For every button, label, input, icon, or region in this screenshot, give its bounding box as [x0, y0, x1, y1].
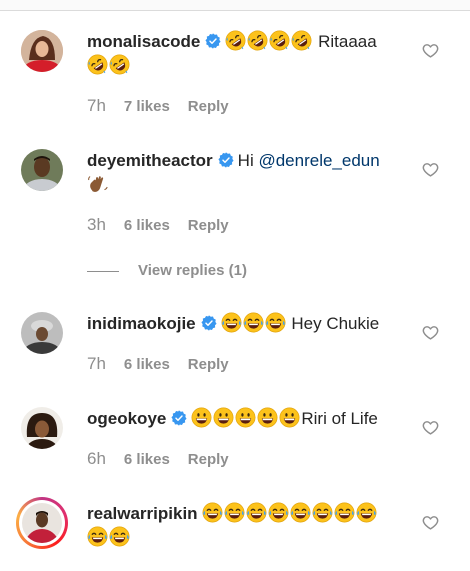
heart-outline-icon[interactable]	[422, 324, 439, 341]
reply-button[interactable]: Reply	[188, 451, 229, 468]
comment-time: 6h	[87, 449, 106, 468]
username[interactable]: ogeokoye	[87, 409, 166, 428]
reply-button[interactable]: Reply	[188, 217, 229, 234]
heart-outline-icon[interactable]	[422, 42, 439, 59]
heart-outline-icon[interactable]	[422, 161, 439, 178]
tears-of-joy-emoji-icon	[224, 502, 245, 523]
rolling-laughing-emoji-icon	[225, 30, 246, 51]
username[interactable]: inidimaokojie	[87, 314, 196, 333]
avatar[interactable]	[21, 407, 63, 449]
grinning-face-emoji-icon	[213, 407, 234, 428]
verified-badge-icon	[218, 152, 234, 168]
rolling-laughing-emoji-icon	[269, 30, 290, 51]
comment-time: 3h	[87, 215, 106, 234]
tears-of-joy-emoji-icon	[312, 502, 333, 523]
reply-button[interactable]: Reply	[188, 356, 229, 373]
avatar-with-story-ring[interactable]	[16, 497, 68, 549]
username[interactable]: realwarripikin	[87, 504, 198, 523]
top-divider	[0, 0, 470, 11]
avatar[interactable]	[21, 30, 63, 72]
tears-of-joy-emoji-icon	[268, 502, 289, 523]
tears-of-joy-emoji-icon	[290, 502, 311, 523]
rolling-laughing-emoji-icon	[109, 54, 130, 75]
username[interactable]: monalisacode	[87, 32, 200, 51]
rolling-laughing-emoji-icon	[291, 30, 312, 51]
comments-page: monalisacode Ritaaaa 7h 7 likes Reply deye…	[0, 0, 470, 571]
comment-text: Riri of Life	[301, 409, 378, 428]
verified-badge-icon	[201, 315, 217, 331]
mention-link[interactable]: @denrele_edun	[258, 151, 379, 170]
heart-outline-icon[interactable]	[422, 514, 439, 531]
tears-of-joy-emoji-icon	[87, 526, 108, 547]
grinning-face-emoji-icon	[257, 407, 278, 428]
likes-count[interactable]: 6 likes	[124, 451, 170, 468]
view-replies-label: View replies (1)	[138, 262, 247, 279]
rolling-laughing-emoji-icon	[247, 30, 268, 51]
comment-time: 7h	[87, 96, 106, 115]
verified-badge-icon	[205, 33, 221, 49]
comment-text: Ritaaaa	[318, 32, 377, 51]
heart-outline-icon[interactable]	[422, 419, 439, 436]
comment-time: 7h	[87, 354, 106, 373]
tears-of-joy-emoji-icon	[356, 502, 377, 523]
tears-of-joy-emoji-icon	[243, 312, 264, 333]
comment-text: Hi	[237, 151, 254, 170]
likes-count[interactable]: 6 likes	[124, 217, 170, 234]
grinning-face-emoji-icon	[191, 407, 212, 428]
tears-of-joy-emoji-icon	[202, 502, 223, 523]
verified-badge-icon	[171, 410, 187, 426]
divider-line	[87, 270, 119, 272]
tears-of-joy-emoji-icon	[334, 502, 355, 523]
likes-count[interactable]: 7 likes	[124, 98, 170, 115]
grinning-face-emoji-icon	[279, 407, 300, 428]
comment-text: Hey Chukie	[291, 314, 380, 333]
likes-count[interactable]: 6 likes	[124, 356, 170, 373]
tears-of-joy-emoji-icon	[221, 312, 242, 333]
view-replies-button[interactable]: View replies (1)	[87, 262, 247, 279]
username[interactable]: deyemitheactor	[87, 151, 213, 170]
tears-of-joy-emoji-icon	[265, 312, 286, 333]
tears-of-joy-emoji-icon	[246, 502, 267, 523]
grinning-face-emoji-icon	[235, 407, 256, 428]
reply-button[interactable]: Reply	[188, 98, 229, 115]
tears-of-joy-emoji-icon	[109, 526, 130, 547]
rolling-laughing-emoji-icon	[87, 54, 108, 75]
avatar[interactable]	[21, 149, 63, 191]
avatar[interactable]	[21, 312, 63, 354]
waving-hand-emoji-icon	[87, 173, 108, 194]
